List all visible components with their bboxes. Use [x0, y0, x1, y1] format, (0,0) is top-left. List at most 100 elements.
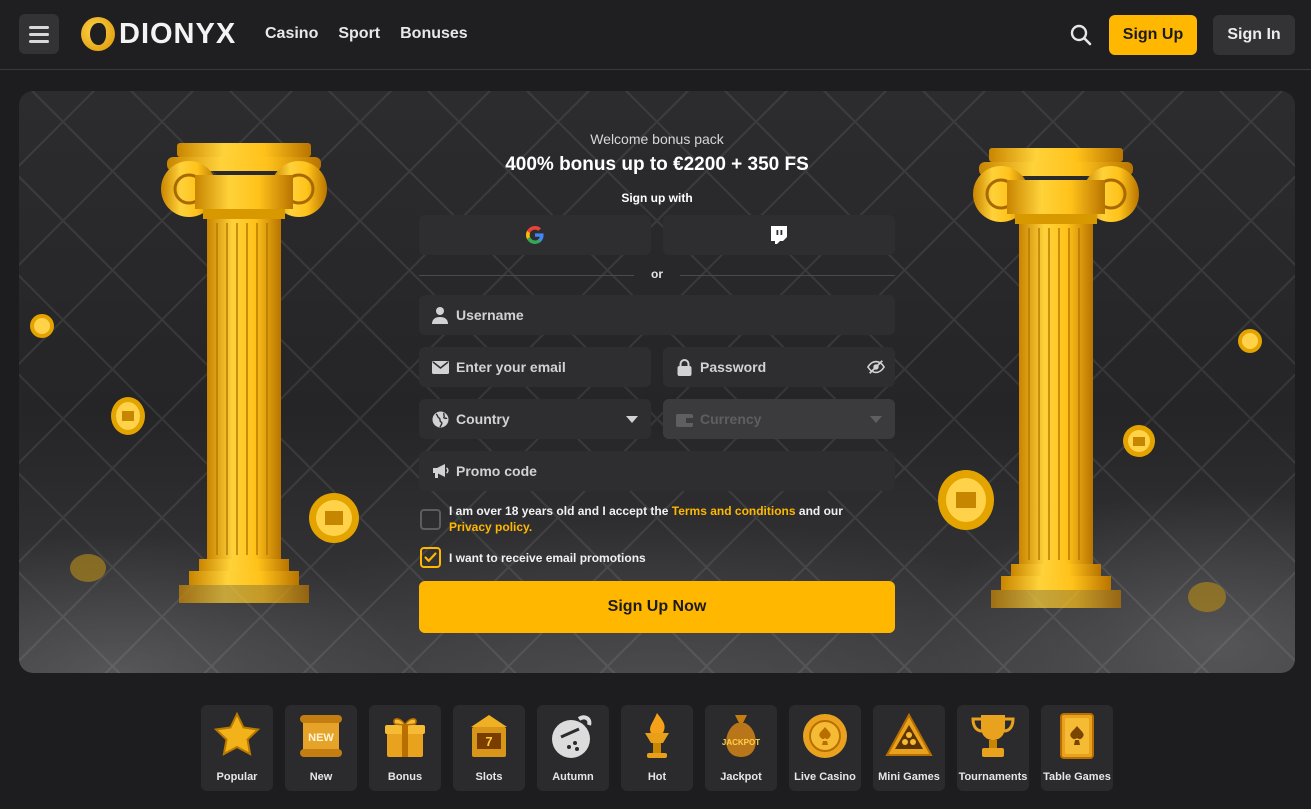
category-label: Live Casino — [794, 771, 856, 783]
checkmark-icon — [424, 552, 437, 562]
age-text-part2: and our — [795, 504, 843, 518]
category-label: Mini Games — [878, 771, 940, 783]
search-icon[interactable] — [1069, 23, 1093, 47]
age-terms-label: I am over 18 years old and I accept the … — [449, 503, 849, 535]
gold-coin-icon — [30, 314, 54, 338]
header-signin-button[interactable]: Sign In — [1213, 15, 1295, 55]
category-tournaments[interactable]: Tournaments — [957, 705, 1029, 791]
age-terms-checkbox[interactable] — [420, 509, 441, 530]
category-bonus[interactable]: Bonus — [369, 705, 441, 791]
slot-machine-icon: 7 — [471, 715, 507, 757]
logo-text: DIONYX — [119, 17, 237, 50]
currency-placeholder: Currency — [700, 411, 762, 427]
money-bag-icon: JACKPOT — [722, 715, 760, 757]
country-select[interactable]: Country — [419, 399, 651, 439]
signup-hero: Welcome bonus pack 400% bonus up to €220… — [19, 91, 1295, 673]
new-scroll-icon: NEW — [300, 715, 342, 757]
google-icon — [526, 226, 544, 244]
header-signup-button[interactable]: Sign Up — [1109, 15, 1197, 55]
category-popular[interactable]: Popular — [201, 705, 273, 791]
playing-card-icon — [1060, 713, 1094, 759]
password-field[interactable]: Password — [663, 347, 895, 387]
category-label: Autumn — [552, 771, 594, 783]
username-placeholder: Username — [456, 307, 524, 323]
category-label: New — [309, 771, 333, 783]
wallet-icon — [675, 410, 693, 428]
password-placeholder: Password — [700, 359, 767, 375]
gift-box-icon — [385, 718, 425, 757]
site-logo[interactable]: DIONYX — [81, 14, 236, 54]
gold-coin-icon — [938, 470, 994, 530]
billiard-triangle-icon — [885, 712, 933, 756]
logo-icon — [81, 17, 115, 51]
svg-text:7: 7 — [485, 734, 492, 749]
twitch-signup-button[interactable] — [663, 215, 895, 255]
lock-icon — [675, 358, 693, 376]
gold-coin-icon — [111, 397, 145, 435]
category-label: Slots — [475, 771, 503, 783]
user-icon — [431, 306, 449, 324]
email-promotions-label: I want to receive email promotions — [449, 551, 646, 565]
svg-text:NEW: NEW — [308, 732, 334, 744]
category-jackpot[interactable]: JACKPOT Jackpot — [705, 705, 777, 791]
svg-text:JACKPOT: JACKPOT — [722, 738, 760, 747]
gold-coin-icon — [1123, 425, 1155, 457]
chevron-down-icon — [626, 416, 638, 423]
site-header: DIONYX Casino Sport Bonuses Sign Up Sign… — [0, 0, 1311, 70]
country-placeholder: Country — [456, 411, 510, 427]
currency-select: Currency — [663, 399, 895, 439]
category-label: Table Games — [1043, 771, 1111, 783]
category-label: Jackpot — [720, 771, 762, 783]
email-placeholder: Enter your email — [456, 359, 566, 375]
golden-pillar-right — [973, 148, 1139, 608]
email-promotions-checkbox[interactable] — [420, 547, 441, 568]
gold-coin-icon — [309, 493, 359, 543]
megaphone-icon — [431, 462, 449, 480]
category-autumn[interactable]: Autumn — [537, 705, 609, 791]
gold-coin-icon — [70, 554, 106, 582]
signup-with-label: Sign up with — [621, 191, 693, 205]
gold-coin-icon — [1238, 329, 1262, 353]
main-nav: Casino Sport Bonuses — [265, 0, 468, 68]
nav-bonuses[interactable]: Bonuses — [400, 25, 468, 43]
casino-chip-icon — [803, 714, 847, 758]
promo-code-field[interactable]: Promo code — [419, 451, 895, 491]
category-slots[interactable]: 7 Slots — [453, 705, 525, 791]
flame-torch-icon — [645, 713, 669, 758]
mail-icon — [431, 358, 449, 376]
category-live-casino[interactable]: Live Casino — [789, 705, 861, 791]
globe-icon — [431, 410, 449, 428]
email-field[interactable]: Enter your email — [419, 347, 651, 387]
category-mini-games[interactable]: Mini Games — [873, 705, 945, 791]
category-hot[interactable]: Hot — [621, 705, 693, 791]
gold-coin-icon — [1188, 582, 1226, 612]
trophy-icon — [971, 715, 1015, 757]
terms-link[interactable]: Terms and conditions — [672, 504, 796, 518]
hamburger-icon — [29, 25, 49, 29]
signup-now-button[interactable]: Sign Up Now — [419, 581, 895, 633]
category-new[interactable]: NEW New — [285, 705, 357, 791]
nav-sport[interactable]: Sport — [338, 25, 380, 43]
category-table-games[interactable]: Table Games — [1041, 705, 1113, 791]
hamburger-icon-bar — [29, 39, 49, 43]
twitch-icon — [771, 226, 787, 244]
golden-pillar-left — [161, 143, 327, 603]
or-label: or — [651, 267, 663, 281]
bonus-headline: 400% bonus up to €2200 + 350 FS — [505, 154, 809, 175]
acorn-icon — [552, 715, 592, 758]
or-divider: or — [419, 267, 895, 283]
hamburger-menu-button[interactable] — [19, 14, 59, 54]
username-field[interactable]: Username — [419, 295, 895, 335]
hamburger-icon-bar — [29, 32, 49, 36]
promo-code-placeholder: Promo code — [456, 463, 537, 479]
age-text-part1: I am over 18 years old and I accept the — [449, 504, 672, 518]
category-label: Popular — [216, 771, 258, 783]
eye-off-icon[interactable] — [867, 358, 885, 376]
nav-casino[interactable]: Casino — [265, 25, 318, 43]
privacy-policy-link[interactable]: Privacy policy. — [449, 520, 532, 534]
category-label: Hot — [647, 771, 667, 783]
star-icon — [213, 711, 261, 756]
google-signup-button[interactable] — [419, 215, 651, 255]
category-label: Tournaments — [958, 771, 1028, 783]
welcome-subtitle: Welcome bonus pack — [590, 131, 724, 147]
